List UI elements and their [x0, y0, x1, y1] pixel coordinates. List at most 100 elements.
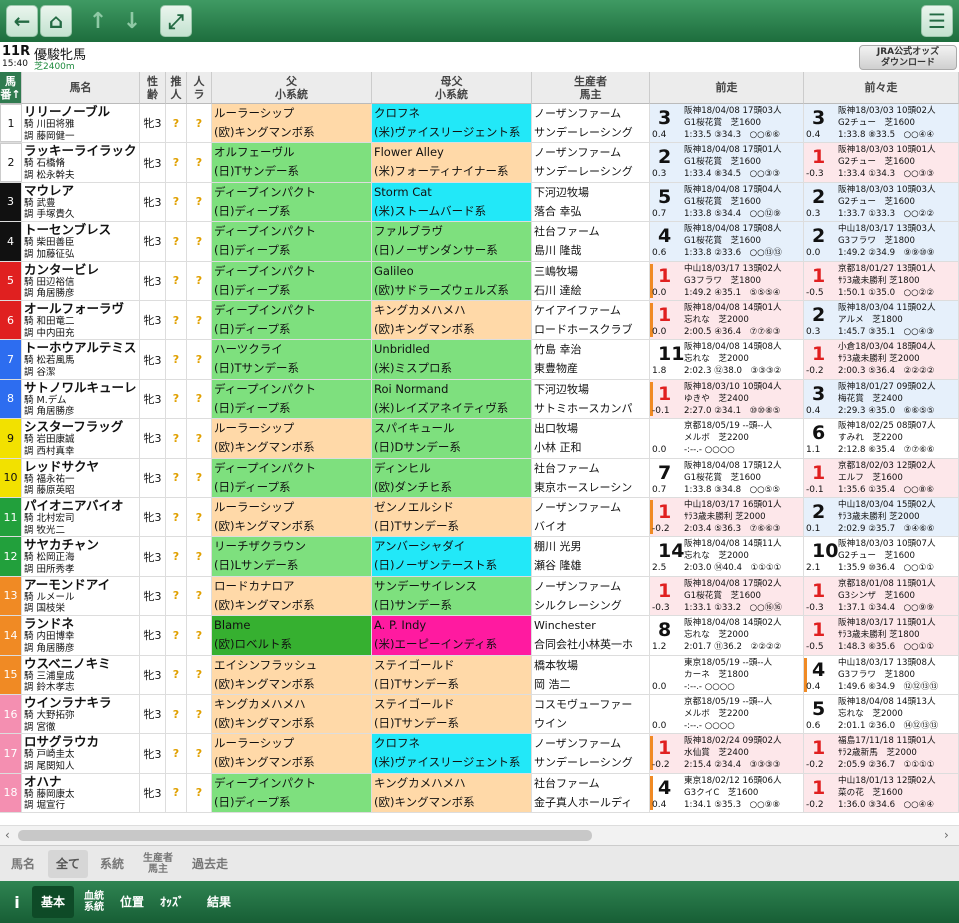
- table-row[interactable]: 2 ラッキーライラック騎 石橋脩調 松永幹夫 牝3?? オルフェーヴル (日)Tサンデー…: [0, 143, 959, 183]
- scroll-left-icon[interactable]: ‹: [5, 828, 10, 842]
- nav-result[interactable]: 結果: [196, 886, 242, 918]
- horse-name[interactable]: パイオニアバイオ: [24, 499, 137, 513]
- prev2-race-cell[interactable]: 2 0.0 中山18/03/17 13頭03人 G3フラワ 芝1800 1:49.2 ②…: [804, 222, 959, 261]
- horse-name[interactable]: リリーノーブル: [24, 105, 137, 119]
- table-row[interactable]: 12 サヤカチャン騎 松岡正海調 田所秀孝 牝3?? リーチザクラウン (日)Lサンデー…: [0, 537, 959, 577]
- table-row[interactable]: 14 ランドネ騎 内田博幸調 角居勝彦 牝3?? Blame (欧)ロベルト系 A. P.…: [0, 616, 959, 656]
- table-row[interactable]: 4 トーセンブレス騎 柴田善臣調 加藤征弘 牝3?? ディープインパクト (日)ディープ…: [0, 222, 959, 262]
- prev1-race-cell[interactable]: 4 0.6 阪神18/04/08 17頭08人 G1桜花賞 芝1600 1:33.8 ②…: [650, 222, 804, 261]
- prev2-race-cell[interactable]: 3 0.4 阪神18/03/03 10頭02人 G2チュー 芝1600 1:33.8 ⑧…: [804, 104, 959, 143]
- table-row[interactable]: 17 ロサグラウカ騎 戸崎圭太調 尾関知人 牝3?? ルーラーシップ (欧)キングマンボ…: [0, 734, 959, 774]
- table-row[interactable]: 16 ウインラナキラ騎 大野拓弥調 宮徹 牝3?? キングカメハメハ (欧)キングマンボ…: [0, 695, 959, 735]
- table-row[interactable]: 13 アーモンドアイ騎 ルメール調 国枝栄 牝3?? ロードカナロア (欧)キングマンボ…: [0, 576, 959, 617]
- header-number[interactable]: 馬 番↑: [0, 72, 22, 104]
- prev1-race-cell[interactable]: 8 1.2 阪神18/04/08 14頭02人 忘れな 芝2000 2:01.7 ⑪36…: [650, 616, 804, 655]
- prev2-race-cell[interactable]: 3 0.4 阪神18/01/27 09頭02人 梅花賞 芝2400 2:29.3 ④35…: [804, 379, 959, 419]
- horse-name[interactable]: シスターフラッグ: [24, 420, 137, 434]
- prev1-race-cell[interactable]: 0.0 京都18/05/19 --頭--人 メルボ 芝2200 -:--.- ○○○○: [650, 419, 804, 458]
- tab-past-races[interactable]: 過去走: [186, 850, 234, 878]
- prev2-race-cell[interactable]: 1 -0.2 福島17/11/18 11頭01人 ｻﾗ2歳新馬 芝2000 2:05.9…: [804, 734, 959, 773]
- prev2-race-cell[interactable]: 1 -0.2 中山18/01/13 12頭02人 菜の花 芝1600 1:36.0 ③3…: [804, 773, 959, 813]
- horse-name[interactable]: サトノワルキューレ: [24, 380, 137, 395]
- horse-name[interactable]: オールフォーラヴ: [24, 302, 137, 316]
- horse-name[interactable]: マウレア: [24, 183, 137, 198]
- table-row[interactable]: 15 ウスベニノキミ騎 三浦皇成調 鈴木孝志 牝3?? エイシンフラッシュ (欧)キング…: [0, 655, 959, 695]
- nav-odds[interactable]: ｵｯｽﾞ: [152, 886, 192, 918]
- prev1-race-cell[interactable]: 14 2.5 阪神18/04/08 14頭11人 忘れな 芝2000 2:03.0 ⑭4…: [650, 537, 804, 576]
- prev1-race-cell[interactable]: 3 0.4 阪神18/04/08 17頭03人 G1桜花賞 芝1600 1:33.5 ③…: [650, 104, 804, 143]
- prev1-race-cell[interactable]: 1 -0.2 中山18/03/17 16頭01人 ｻﾗ3歳未勝利 芝2000 2:03.…: [650, 498, 804, 537]
- prev1-race-cell[interactable]: 5 0.7 阪神18/04/08 17頭04人 G1桜花賞 芝1600 1:33.8 ⑤…: [650, 182, 804, 222]
- prev2-race-cell[interactable]: 6 1.1 阪神18/02/25 08頭07人 すみれ 芝2200 2:12.8 ⑥35…: [804, 419, 959, 458]
- tab-horse-name[interactable]: 馬名: [4, 850, 42, 878]
- horse-name[interactable]: トーホウアルテミス: [24, 341, 137, 355]
- prev2-race-cell[interactable]: 2 0.1 中山18/03/04 15頭02人 ｻﾗ3歳未勝利 芝2000 2:02.9…: [804, 498, 959, 537]
- nav-basic[interactable]: 基本: [32, 886, 74, 918]
- next-race-button[interactable]: ↓: [116, 5, 148, 37]
- prev2-race-cell[interactable]: 4 0.4 中山18/03/17 13頭08人 G3フラワ 芝1800 1:49.6 ⑥…: [804, 655, 959, 694]
- tab-all[interactable]: 全て: [48, 850, 88, 878]
- horse-name[interactable]: ウインラナキラ: [24, 696, 137, 710]
- jockey: 騎 大野拓弥: [24, 710, 75, 721]
- prev2-race-cell[interactable]: 1 -0.3 阪神18/03/03 10頭01人 G2チュー 芝1600 1:33.4 …: [804, 143, 959, 182]
- horizontal-scrollbar[interactable]: ‹ ›: [0, 825, 959, 845]
- tab-breeder[interactable]: 生産者 馬主: [136, 850, 180, 878]
- prev1-race-cell[interactable]: 11 1.8 阪神18/04/08 14頭08人 忘れな 芝2000 2:02.3 ⑫3…: [650, 340, 804, 379]
- table-row[interactable]: 10 レッドサクヤ騎 福永祐一調 藤原英昭 牝3?? ディープインパクト (日)ディープ…: [0, 458, 959, 498]
- tab-lineage[interactable]: 系統: [92, 850, 132, 878]
- prev2-race-cell[interactable]: 1 -0.2 小倉18/03/04 18頭04人 ｻﾗ3歳未勝利 芝2000 2:00.…: [804, 340, 959, 379]
- prev1-race-cell[interactable]: 1 -0.1 阪神18/03/10 10頭04人 ゆきや 芝2400 2:27.0 ②3…: [650, 379, 804, 419]
- nav-position[interactable]: 位置: [114, 886, 150, 918]
- info-icon[interactable]: i: [4, 886, 30, 918]
- scroll-right-icon[interactable]: ›: [944, 828, 949, 842]
- prev2-race-cell[interactable]: 1 -0.1 京都18/02/03 12頭02人 エルフ 芝1600 1:35.6 ①3…: [804, 458, 959, 497]
- scrollbar-thumb[interactable]: [18, 830, 592, 841]
- prev2-race-cell[interactable]: 1 -0.3 京都18/01/08 11頭01人 G3シンザ 芝1600 1:37.1 …: [804, 576, 959, 616]
- odds-download-button[interactable]: JRA公式オッズ ダウンロード: [859, 45, 957, 70]
- prev1-race-cell[interactable]: 1 0.0 中山18/03/17 13頭02人 G3フラワ 芝1800 1:49.2 ④…: [650, 261, 804, 300]
- prev2-race-cell[interactable]: 1 -0.5 阪神18/03/17 11頭01人 ｻﾗ3歳未勝利 芝1800 1:48.…: [804, 616, 959, 655]
- horse-name[interactable]: ラッキーライラック: [24, 144, 137, 158]
- prev1-race-cell[interactable]: 2 0.3 阪神18/04/08 17頭01人 G1桜花賞 芝1600 1:33.4 ⑧…: [650, 143, 804, 182]
- horse-name[interactable]: ランドネ: [24, 617, 137, 631]
- race-line3: 2:01.7 ⑪36.2 ②②②②: [684, 642, 782, 653]
- menu-button[interactable]: ☰: [921, 5, 953, 37]
- prev1-race-cell[interactable]: 4 0.4 東京18/02/12 16頭06人 G3クイC 芝1600 1:34.1 ⑤…: [650, 773, 804, 813]
- horse-name[interactable]: レッドサクヤ: [24, 459, 137, 474]
- home-button[interactable]: ⌂: [40, 5, 72, 37]
- horse-name[interactable]: サヤカチャン: [24, 538, 137, 552]
- horse-name[interactable]: ウスベニノキミ: [24, 656, 137, 671]
- horse-name[interactable]: アーモンドアイ: [24, 577, 137, 592]
- expand-button[interactable]: ⤢: [160, 5, 192, 37]
- prev1-race-cell[interactable]: 7 0.7 阪神18/04/08 17頭12人 G1桜花賞 芝1600 1:33.8 ③…: [650, 458, 804, 497]
- prev1-race-cell[interactable]: 0.0 京都18/05/19 --頭--人 メルボ 芝2200 -:--.- ○○○○: [650, 695, 804, 734]
- horse-name[interactable]: カンタービレ: [24, 262, 137, 277]
- back-button[interactable]: ←: [6, 5, 38, 37]
- table-row[interactable]: 18 オハナ騎 藤岡康太調 堀宣行 牝3?? ディープインパクト (日)ディープ系 キング…: [0, 773, 959, 814]
- arrow-up-icon: ↑: [88, 8, 108, 34]
- table-row[interactable]: 5 カンタービレ騎 田辺裕信調 角居勝彦 牝3?? ディープインパクト (日)ディープ系…: [0, 261, 959, 301]
- prev1-race-cell[interactable]: 1 -0.3 阪神18/04/08 17頭02人 G1桜花賞 芝1600 1:33.1 …: [650, 576, 804, 616]
- nav-blood[interactable]: 血統 系統: [76, 886, 112, 918]
- table-row[interactable]: 11 パイオニアバイオ騎 北村宏司調 牧光二 牝3?? ルーラーシップ (欧)キングマン…: [0, 498, 959, 538]
- prev2-race-cell[interactable]: 2 0.3 阪神18/03/03 10頭03人 G2チュー 芝1600 1:33.7 ①…: [804, 182, 959, 222]
- prev1-race-cell[interactable]: 1 -0.2 阪神18/02/24 09頭02人 水仙賞 芝2400 2:15.4 ②3…: [650, 734, 804, 773]
- table-row[interactable]: 9 シスターフラッグ騎 岩田康誠調 西村真幸 牝3?? ルーラーシップ (欧)キングマン…: [0, 419, 959, 459]
- prev1-race-cell[interactable]: 1 0.0 阪神18/04/08 14頭01人 忘れな 芝2000 2:00.5 ④36…: [650, 301, 804, 340]
- table-row[interactable]: 8 サトノワルキューレ騎 M.デム調 角居勝彦 牝3?? ディープインパクト (日)ディ…: [0, 379, 959, 420]
- prev1-race-cell[interactable]: 0.0 東京18/05/19 --頭--人 カーネ 芝1800 -:--.- ○○○○: [650, 655, 804, 694]
- table-row[interactable]: 6 オールフォーラヴ騎 和田竜二調 中内田充 牝3?? ディープインパクト (日)ディー…: [0, 301, 959, 341]
- race-line2: G3クイC 芝1600: [684, 787, 759, 798]
- prev2-race-cell[interactable]: 1 -0.5 京都18/01/27 13頭01人 ｻﾗ3歳未勝利 芝1800 1:50.…: [804, 261, 959, 300]
- prev2-race-cell[interactable]: 5 0.6 阪神18/04/08 14頭13人 忘れな 芝2000 2:01.1 ②36…: [804, 695, 959, 734]
- prev-race-button[interactable]: ↑: [82, 5, 114, 37]
- horse-name[interactable]: トーセンブレス: [24, 223, 137, 237]
- horse-name[interactable]: オハナ: [24, 774, 137, 789]
- sire-line: (欧)ロベルト系: [214, 637, 292, 652]
- table-row[interactable]: 3 マウレア騎 武豊調 手塚貴久 牝3?? ディープインパクト (日)ディープ系 Stor…: [0, 182, 959, 223]
- table-row[interactable]: 7 トーホウアルテミス騎 松若風馬調 谷潔 牝3?? ハーツクライ (日)Tサンデー系 U…: [0, 340, 959, 380]
- horse-name[interactable]: ロサグラウカ: [24, 735, 137, 749]
- prev2-race-cell[interactable]: 10 2.1 阪神18/03/03 10頭07人 G2チュー 芝1600 1:35.9 …: [804, 537, 959, 576]
- table-row[interactable]: 1 リリーノーブル騎 川田将雅調 藤岡健一 牝3?? ルーラーシップ (欧)キングマンボ…: [0, 104, 959, 144]
- prev2-race-cell[interactable]: 2 0.3 阪神18/03/04 11頭02人 アルメ 芝1800 1:45.7 ③35…: [804, 301, 959, 340]
